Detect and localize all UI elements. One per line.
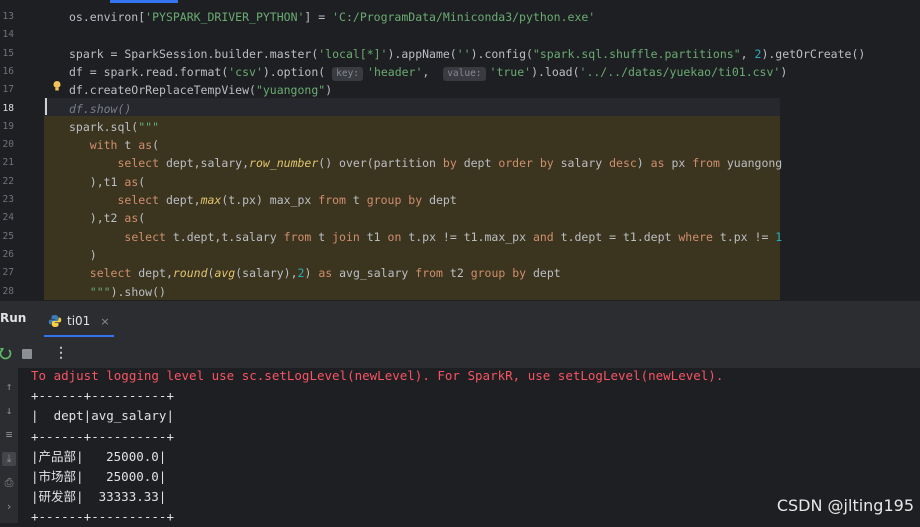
- csdn-watermark: CSDN @jlting195: [776, 496, 914, 515]
- active-editor-tab-indicator: [110, 0, 178, 3]
- print-icon[interactable]: ⎙: [2, 476, 16, 490]
- code-line[interactable]: 17 df.createOrReplaceTempView("yuangong"): [0, 81, 920, 99]
- code-line[interactable]: 20 with t as(: [0, 136, 920, 154]
- rerun-icon[interactable]: [0, 347, 12, 361]
- code-line[interactable]: 18 df.show(): [0, 100, 920, 118]
- code-line[interactable]: 26 ): [0, 246, 920, 264]
- run-toolbar: ⋮: [0, 340, 920, 368]
- stop-icon[interactable]: [22, 349, 32, 359]
- close-icon[interactable]: ×: [100, 315, 109, 328]
- line-number: 16: [2, 65, 14, 77]
- code-text: """).show(): [89, 284, 166, 299]
- line-number: 18: [2, 102, 14, 114]
- console-output-line: |研发部| 33333.33|: [31, 489, 167, 505]
- line-number: 13: [2, 11, 14, 22]
- code-line[interactable]: 13 os.environ['PYSPARK_DRIVER_PYTHON'] = …: [0, 8, 920, 26]
- console-output-line: +------+----------+: [31, 509, 174, 525]
- code-line[interactable]: 22 ),t1 as(: [0, 173, 920, 191]
- line-number: 24: [2, 212, 14, 224]
- tab-label: ti01: [67, 314, 91, 328]
- run-panel-title: Run: [0, 311, 27, 325]
- console-output-line: +------+----------+: [31, 388, 174, 404]
- line-number: 26: [2, 248, 14, 260]
- line-number: 28: [2, 285, 14, 297]
- console-error-line: To adjust logging level use sc.setLogLev…: [31, 368, 724, 383]
- code-text: select dept,max(t.px) max_px from t grou…: [117, 193, 457, 207]
- line-number: 15: [2, 47, 14, 59]
- code-line[interactable]: 15 spark = SparkSession.builder.master('l…: [0, 45, 920, 63]
- arrow-up-icon[interactable]: ↑: [2, 380, 16, 394]
- code-line[interactable]: 28 """).show(): [0, 283, 920, 301]
- line-number: 19: [2, 120, 14, 132]
- line-number: 25: [2, 230, 14, 242]
- code-text: ),t2 as(: [69, 211, 146, 226]
- code-text: df.show(): [69, 101, 132, 116]
- arrow-down-icon[interactable]: ↓: [2, 404, 16, 418]
- code-text: spark.sql(""": [69, 119, 160, 134]
- code-line[interactable]: 25 select t.dept,t.salary from t join t1…: [0, 228, 920, 246]
- line-number: 27: [2, 267, 14, 279]
- scroll-to-end-icon[interactable]: ⤓: [2, 452, 16, 466]
- code-line[interactable]: 24 ),t2 as(: [0, 209, 920, 227]
- code-line[interactable]: 16 df = spark.read.format('csv').option( …: [0, 63, 920, 81]
- code-text: df = spark.read.format('csv').option( ke…: [69, 64, 788, 81]
- code-text: ),t1 as(: [69, 174, 146, 189]
- code-text: df.createOrReplaceTempView("yuangong"): [69, 83, 333, 98]
- code-text: select t.dept,t.salary from t join t1 on…: [124, 229, 783, 244]
- code-line[interactable]: 27 select dept,round(avg(salary),2) as a…: [0, 264, 920, 282]
- console-output-line: |市场部| 25000.0|: [31, 469, 167, 484]
- code-line[interactable]: 23 select dept,max(t.px) max_px from t g…: [0, 191, 920, 209]
- code-text: ): [69, 247, 97, 262]
- tab-ti01[interactable]: ti01 ×: [44, 307, 114, 337]
- line-number: 21: [2, 157, 14, 169]
- code-text: spark = SparkSession.builder.master('loc…: [69, 46, 866, 61]
- code-text: os.environ['PYSPARK_DRIVER_PYTHON'] = 'C…: [69, 10, 596, 24]
- code-text: with t as(: [89, 138, 160, 153]
- console-output-line: | dept|avg_salary|: [31, 408, 174, 424]
- run-panel-header: Run ti01 ×: [0, 300, 920, 341]
- line-number: 17: [2, 84, 14, 96]
- soft-wrap-icon[interactable]: ≡: [2, 428, 16, 442]
- code-text: select dept,salary,row_number() over(par…: [117, 156, 783, 171]
- chevron-right-icon[interactable]: ›: [2, 500, 16, 514]
- line-number: 14: [2, 29, 14, 41]
- console-output-line: |产品部| 25000.0|: [31, 448, 167, 464]
- code-text: select dept,round(avg(salary),2) as avg_…: [89, 266, 561, 281]
- code-editor[interactable]: 13 os.environ['PYSPARK_DRIVER_PYTHON'] = …: [0, 0, 920, 300]
- console-output-line: +------+----------+: [31, 428, 174, 444]
- console-side-toolbar: ↑ ↓ ≡ ⤓ ⎙ ›: [0, 368, 18, 523]
- code-line[interactable]: 19 spark.sql(""": [0, 118, 920, 136]
- line-number: 23: [2, 194, 14, 205]
- line-number: 22: [2, 175, 14, 187]
- line-number: 20: [2, 139, 14, 151]
- python-icon: [48, 315, 62, 327]
- code-line[interactable]: 14: [0, 26, 920, 44]
- code-line[interactable]: 21 select dept,salary,row_number() over(…: [0, 154, 920, 172]
- more-options-icon[interactable]: ⋮: [54, 346, 68, 360]
